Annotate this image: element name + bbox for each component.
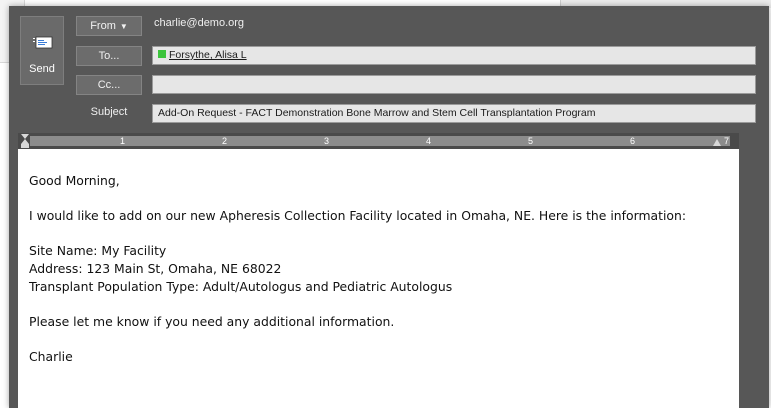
ruler-strip: 1 2 3 4 5 6 7 [30, 136, 730, 146]
cc-button[interactable]: Cc... [76, 75, 142, 95]
ruler-number: 4 [426, 136, 432, 146]
recipient-name[interactable]: Forsythe, Alisa L [169, 49, 247, 61]
ruler-number: 5 [528, 136, 534, 146]
body-signature: Charlie [29, 349, 73, 364]
cc-label: Cc... [97, 79, 121, 91]
compose-window: Send From ▼ charlie@demo.org To... Forsyt… [9, 6, 769, 408]
to-button[interactable]: To... [76, 46, 142, 66]
indent-marker-icon[interactable] [20, 133, 30, 149]
from-address: charlie@demo.org [154, 17, 245, 29]
ruler-number: 7 [724, 136, 730, 146]
caret-down-icon: ▼ [119, 22, 128, 31]
subject-field[interactable]: Add-On Request - FACT Demonstration Bone… [152, 104, 756, 123]
ruler-number: 1 [120, 136, 126, 146]
send-label: Send [29, 63, 55, 75]
body-paragraph: I would like to add on our new Apheresis… [29, 208, 687, 223]
body-greeting: Good Morning, [29, 173, 120, 188]
body-population-type: Transplant Population Type: Adult/Autolo… [29, 279, 453, 294]
message-header: Send From ▼ charlie@demo.org To... Forsyt… [9, 6, 769, 130]
body-address: Address: 123 Main St, Omaha, NE 68022 [29, 261, 282, 276]
right-indent-marker-icon[interactable] [712, 135, 722, 147]
send-button[interactable]: Send [20, 16, 64, 85]
envelope-icon [33, 36, 53, 49]
window-right-border [739, 133, 769, 408]
ruler-number: 2 [222, 136, 228, 146]
to-label: To... [98, 50, 120, 62]
body-site-name: Site Name: My Facility [29, 243, 167, 258]
ruler-number: 6 [630, 136, 636, 146]
from-label: From [90, 20, 116, 32]
body-closing: Please let me know if you need any addit… [29, 314, 395, 329]
ruler[interactable]: 1 2 3 4 5 6 7 [18, 133, 739, 149]
from-button[interactable]: From ▼ [76, 16, 142, 36]
presence-status-icon [158, 50, 166, 59]
message-body[interactable]: Good Morning, I would like to add on our… [18, 149, 739, 408]
cc-field[interactable] [152, 75, 756, 94]
to-field[interactable]: Forsythe, Alisa L [152, 46, 756, 65]
ruler-number: 3 [324, 136, 330, 146]
subject-label: Subject [90, 106, 128, 118]
